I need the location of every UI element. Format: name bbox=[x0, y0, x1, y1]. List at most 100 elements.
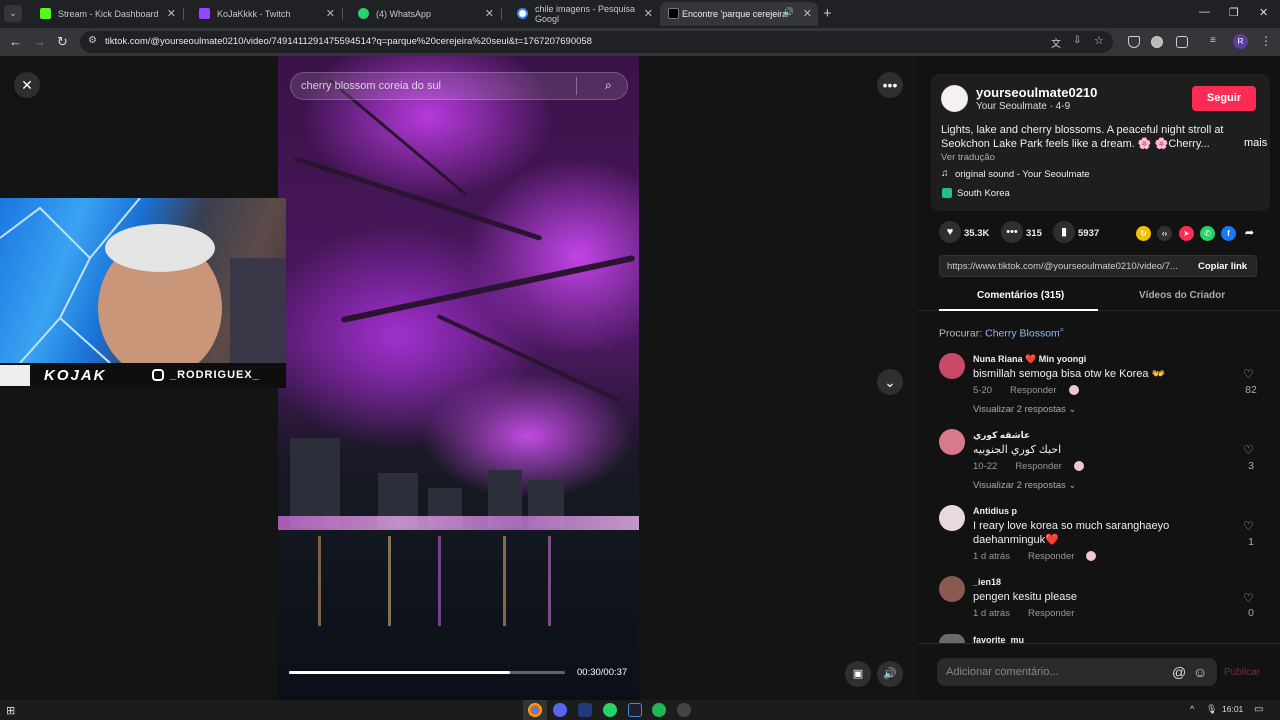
puzzle-extensions-icon[interactable] bbox=[1176, 36, 1188, 48]
send-icon[interactable]: ➤ bbox=[1179, 226, 1194, 241]
video-player[interactable]: cherry blossom coreia do sul ⌕ 00:30/00:… bbox=[278, 56, 639, 700]
shield-extension-icon[interactable] bbox=[1128, 36, 1140, 48]
reply-button[interactable]: Responder bbox=[1010, 385, 1056, 396]
comment-like-count: 3 bbox=[1248, 460, 1254, 472]
pip-button[interactable]: ▣ bbox=[845, 661, 871, 687]
terminal-taskbar-icon[interactable] bbox=[628, 703, 642, 717]
comment-author[interactable]: _ien18 bbox=[973, 577, 1001, 587]
translate-link[interactable]: Ver tradução bbox=[941, 152, 995, 163]
close-icon[interactable]: ✕ bbox=[644, 7, 653, 20]
chrome-taskbar-icon[interactable] bbox=[528, 703, 542, 717]
address-bar[interactable]: ⚙ tiktok.com/@yourseoulmate0210/video/74… bbox=[80, 31, 1113, 53]
close-icon[interactable]: ✕ bbox=[326, 7, 335, 20]
forward-icon[interactable]: → bbox=[33, 34, 46, 49]
heart-icon[interactable]: ♥ bbox=[939, 221, 961, 243]
next-video-button[interactable]: ⌄ bbox=[877, 369, 903, 395]
comment-author[interactable]: Nuna Riana ❤️ Min yoongi bbox=[973, 354, 1086, 365]
speaker-icon[interactable]: 🔊 bbox=[783, 7, 794, 18]
media-control-icon[interactable]: ≡ bbox=[1210, 35, 1216, 46]
reply-button[interactable]: Responder bbox=[1015, 461, 1061, 472]
comment-avatar[interactable] bbox=[939, 576, 965, 602]
share-arrow-icon[interactable]: ➦ bbox=[1242, 226, 1257, 241]
repost-icon[interactable]: ↻ bbox=[1136, 226, 1151, 241]
comment-avatar[interactable] bbox=[939, 634, 965, 643]
bookmark-star-icon[interactable]: ☆ bbox=[1094, 34, 1104, 47]
app-taskbar-icon[interactable] bbox=[578, 703, 592, 717]
whatsapp-taskbar-icon[interactable] bbox=[603, 703, 617, 717]
emoji-icon[interactable]: ☺ bbox=[1193, 664, 1207, 680]
obs-taskbar-icon[interactable] bbox=[677, 703, 691, 717]
back-icon[interactable]: ← bbox=[9, 34, 22, 49]
windows-start-icon[interactable]: ⊞ bbox=[6, 704, 15, 717]
extension-icon[interactable] bbox=[1151, 36, 1163, 48]
url-text[interactable]: tiktok.com/@yourseoulmate0210/video/7491… bbox=[105, 36, 592, 47]
menu-kebab-icon[interactable]: ⋮ bbox=[1260, 34, 1272, 48]
notification-icon[interactable]: ▭ bbox=[1254, 704, 1263, 715]
author-username[interactable]: yourseoulmate0210 bbox=[976, 85, 1097, 100]
sound-link[interactable]: original sound - Your Seoulmate bbox=[955, 169, 1090, 180]
comment-avatar[interactable] bbox=[939, 505, 965, 531]
comment-avatar[interactable] bbox=[939, 353, 965, 379]
site-info-icon[interactable]: ⚙ bbox=[88, 35, 97, 46]
comment-icon[interactable]: ••• bbox=[1001, 221, 1023, 243]
comment-like-icon[interactable]: ♡ bbox=[1243, 367, 1254, 381]
video-progress-bar[interactable] bbox=[289, 671, 565, 674]
search-icon[interactable]: ⌕ bbox=[605, 78, 612, 93]
embed-icon[interactable]: ‹› bbox=[1157, 226, 1172, 241]
tab-twitch[interactable]: KoJaKkkk - Twitch ✕ bbox=[185, 2, 341, 26]
bookmark-icon[interactable]: ▮ bbox=[1053, 221, 1075, 243]
discord-taskbar-icon[interactable] bbox=[553, 703, 567, 717]
view-replies-button[interactable]: Visualizar 2 respostas ⌄ bbox=[973, 480, 1076, 491]
volume-button[interactable]: 🔊 bbox=[877, 661, 903, 687]
tab-whatsapp[interactable]: (4) WhatsApp ✕ bbox=[344, 2, 500, 26]
video-search-bar[interactable]: cherry blossom coreia do sul ⌕ bbox=[290, 72, 628, 100]
comment-like-icon[interactable]: ♡ bbox=[1243, 591, 1254, 605]
close-video-button[interactable]: ✕ bbox=[14, 72, 40, 98]
comment-like-icon[interactable]: ♡ bbox=[1243, 519, 1254, 533]
profile-avatar[interactable]: R bbox=[1233, 34, 1248, 49]
spotify-taskbar-icon[interactable] bbox=[652, 703, 666, 717]
more-link[interactable]: mais bbox=[1244, 137, 1267, 149]
microphone-icon[interactable]: 🎙 bbox=[1206, 704, 1217, 715]
tab-kick-dashboard[interactable]: Stream - Kick Dashboard ✕ bbox=[26, 2, 182, 26]
tray-chevron-icon[interactable]: ^ bbox=[1190, 704, 1194, 714]
close-window-icon[interactable]: ✕ bbox=[1259, 6, 1268, 19]
comment-author[interactable]: Antidius p bbox=[973, 506, 1017, 516]
reply-button[interactable]: Responder bbox=[1028, 551, 1074, 562]
close-icon[interactable]: ✕ bbox=[803, 7, 812, 20]
translate-icon[interactable]: 文 bbox=[1051, 35, 1061, 50]
whatsapp-share-icon[interactable]: ✆ bbox=[1200, 226, 1215, 241]
more-options-button[interactable]: ••• bbox=[877, 72, 903, 98]
tab-creator-videos[interactable]: Vídeos do Criador bbox=[1139, 290, 1225, 301]
author-avatar[interactable] bbox=[941, 85, 968, 112]
install-app-icon[interactable]: ⇩ bbox=[1073, 35, 1081, 46]
comment-text: bismillah semoga bisa otw ke Korea 👐 bbox=[973, 368, 1166, 380]
tab-tiktok[interactable]: Encontre 'parque cerejeira 🔊 ✕ bbox=[660, 2, 818, 26]
search-suggestion-term[interactable]: Cherry Blossom bbox=[985, 328, 1060, 340]
comment-input[interactable]: Adicionar comentário... @ ☺ bbox=[937, 658, 1217, 686]
new-tab-button[interactable]: + bbox=[823, 5, 832, 22]
taskbar-clock[interactable]: 16:01 bbox=[1222, 704, 1243, 714]
close-icon[interactable]: ✕ bbox=[167, 7, 176, 20]
view-replies-button[interactable]: Visualizar 2 respostas ⌄ bbox=[973, 404, 1076, 415]
tab-search-button[interactable]: ⌄ bbox=[4, 5, 22, 22]
facebook-share-icon[interactable]: f bbox=[1221, 226, 1236, 241]
post-comment-button[interactable]: Publicar bbox=[1224, 667, 1260, 678]
video-link-text[interactable]: https://www.tiktok.com/@yourseoulmate021… bbox=[947, 261, 1185, 272]
comment-like-icon[interactable]: ♡ bbox=[1243, 443, 1254, 457]
tab-comments[interactable]: Comentários (315) bbox=[977, 290, 1064, 301]
copy-link-button[interactable]: Copiar link bbox=[1198, 261, 1247, 272]
follow-button[interactable]: Seguir bbox=[1192, 86, 1256, 111]
close-icon[interactable]: ✕ bbox=[485, 7, 494, 20]
mention-icon[interactable]: @ bbox=[1172, 664, 1186, 680]
restore-icon[interactable]: ❐ bbox=[1229, 6, 1239, 19]
search-suggestion[interactable]: Procurar: Cherry Blossom⌕ bbox=[939, 325, 1064, 340]
reply-button[interactable]: Responder bbox=[1028, 608, 1074, 619]
comment-author[interactable]: favorite_mu bbox=[973, 635, 1024, 643]
minimize-icon[interactable]: — bbox=[1199, 6, 1210, 18]
comment-author[interactable]: عاشقه كوري bbox=[973, 430, 1030, 441]
tab-google-search[interactable]: chile imagens - Pesquisa Googl ✕ bbox=[503, 2, 659, 26]
comment-avatar[interactable] bbox=[939, 429, 965, 455]
location-link[interactable]: South Korea bbox=[957, 188, 1010, 199]
reload-icon[interactable]: ↻ bbox=[57, 34, 68, 50]
